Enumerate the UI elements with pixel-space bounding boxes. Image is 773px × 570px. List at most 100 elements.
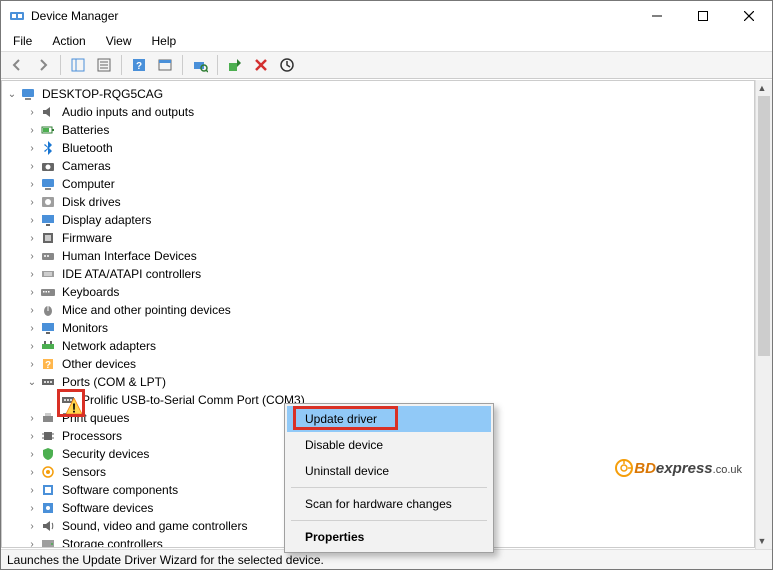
menu-action[interactable]: Action	[44, 32, 93, 50]
tree-category-label: Network adapters	[60, 339, 158, 353]
tree-category-label: Keyboards	[60, 285, 121, 299]
ports-icon	[40, 374, 56, 390]
menu-bar: File Action View Help	[1, 31, 772, 51]
menu-help[interactable]: Help	[144, 32, 185, 50]
context-separator	[291, 487, 487, 488]
tree-category-other[interactable]: ›? Other devices	[26, 355, 754, 373]
window-title: Device Manager	[31, 9, 118, 23]
expand-icon[interactable]: ›	[26, 359, 38, 370]
tree-category-computer[interactable]: ›Computer	[26, 175, 754, 193]
expand-icon[interactable]: ›	[26, 125, 38, 136]
scroll-down-button[interactable]: ▼	[756, 533, 768, 549]
tree-category-label: Display adapters	[60, 213, 153, 227]
expand-icon[interactable]: ›	[26, 431, 38, 442]
tree-category-label: Firmware	[60, 231, 114, 245]
context-scan-hardware[interactable]: Scan for hardware changes	[287, 491, 491, 517]
help-button[interactable]: ?	[127, 53, 151, 77]
expand-icon[interactable]: ›	[26, 269, 38, 280]
scroll-up-button[interactable]: ▲	[756, 80, 768, 96]
sensors-icon	[40, 464, 56, 480]
menu-file[interactable]: File	[5, 32, 40, 50]
tree-category-label: Cameras	[60, 159, 113, 173]
tree-category-disk[interactable]: › Disk drives	[26, 193, 754, 211]
expand-icon[interactable]: ›	[26, 107, 38, 118]
forward-button[interactable]	[31, 53, 55, 77]
tree-category-label: Disk drives	[60, 195, 123, 209]
expand-icon[interactable]: ›	[26, 503, 38, 514]
vertical-scrollbar[interactable]: ▲ ▼	[755, 80, 772, 549]
tree-category-mice[interactable]: ›Mice and other pointing devices	[26, 301, 754, 319]
properties-button[interactable]	[92, 53, 116, 77]
tree-root-label: DESKTOP-RQG5CAG	[40, 87, 165, 101]
expand-icon[interactable]: ›	[26, 521, 38, 532]
expand-icon[interactable]: ›	[26, 485, 38, 496]
context-update-driver[interactable]: Update driver	[287, 406, 491, 432]
expand-icon[interactable]: ›	[26, 143, 38, 154]
uninstall-button[interactable]	[249, 53, 273, 77]
other-icon: ?	[40, 356, 56, 372]
watermark-logo-icon	[614, 456, 634, 478]
cameras-icon	[40, 158, 56, 174]
expand-icon[interactable]: ›	[26, 467, 38, 478]
expand-icon[interactable]: ›	[26, 197, 38, 208]
tree-category-label: Processors	[60, 429, 124, 443]
tree-category-monitors[interactable]: ›Monitors	[26, 319, 754, 337]
tree-category-label: Bluetooth	[60, 141, 115, 155]
expand-icon[interactable]: ›	[26, 413, 38, 424]
tree-category-hid[interactable]: › Human Interface Devices	[26, 247, 754, 265]
tree-category-display[interactable]: › Display adapters	[26, 211, 754, 229]
tree-category-bluetooth[interactable]: › Bluetooth	[26, 139, 754, 157]
minimize-button[interactable]	[634, 1, 680, 31]
bluetooth-icon	[40, 140, 56, 156]
maximize-button[interactable]	[680, 1, 726, 31]
expand-icon[interactable]: ›	[26, 449, 38, 460]
context-disable-device[interactable]: Disable device	[287, 432, 491, 458]
status-text: Launches the Update Driver Wizard for th…	[7, 553, 324, 567]
expand-icon[interactable]: ›	[26, 251, 38, 262]
update-driver-button[interactable]	[223, 53, 247, 77]
expand-icon[interactable]: ›	[26, 341, 38, 352]
expand-icon[interactable]: ›	[26, 287, 38, 298]
sound-icon	[40, 518, 56, 534]
scroll-thumb[interactable]	[758, 96, 770, 356]
tree-root[interactable]: ⌄ DESKTOP-RQG5CAG	[6, 85, 754, 103]
tree-category-firmware[interactable]: › Firmware	[26, 229, 754, 247]
expand-icon[interactable]: ›	[26, 539, 38, 549]
scan-hardware-button[interactable]	[188, 53, 212, 77]
tree-category-ide[interactable]: › IDE ATA/ATAPI controllers	[26, 265, 754, 283]
expand-icon[interactable]: ›	[26, 161, 38, 172]
disable-button[interactable]	[275, 53, 299, 77]
tree-category-keyboards[interactable]: › Keyboards	[26, 283, 754, 301]
monitors-icon	[40, 320, 56, 336]
tree-category-label: Other devices	[60, 357, 138, 371]
expand-icon[interactable]: ›	[26, 233, 38, 244]
tree-category-label: IDE ATA/ATAPI controllers	[60, 267, 203, 281]
tree-category-batteries[interactable]: › Batteries	[26, 121, 754, 139]
tree-category-ports[interactable]: ⌄Ports (COM & LPT)	[26, 373, 754, 391]
tree-category-cameras[interactable]: › Cameras	[26, 157, 754, 175]
tree-category-network[interactable]: › Network adapters	[26, 337, 754, 355]
expand-icon[interactable]: ⌄	[26, 377, 38, 388]
collapse-icon[interactable]: ⌄	[6, 89, 18, 100]
audio-icon	[40, 104, 56, 120]
back-button[interactable]	[5, 53, 29, 77]
tree-category-label: Human Interface Devices	[60, 249, 199, 263]
expand-icon[interactable]: ›	[26, 323, 38, 334]
show-hide-console-button[interactable]	[66, 53, 90, 77]
menu-view[interactable]: View	[98, 32, 140, 50]
tree-category-audio[interactable]: ›Audio inputs and outputs	[26, 103, 754, 121]
expand-icon[interactable]: ›	[26, 179, 38, 190]
action-button[interactable]	[153, 53, 177, 77]
close-button[interactable]	[726, 1, 772, 31]
tree-device-label: Prolific USB-to-Serial Comm Port (COM3)	[80, 393, 307, 407]
expand-icon[interactable]: ›	[26, 215, 38, 226]
context-uninstall-device[interactable]: Uninstall device	[287, 458, 491, 484]
tree-category-label: Batteries	[60, 123, 111, 137]
batteries-icon	[40, 122, 56, 138]
context-separator	[291, 520, 487, 521]
swcomp-icon	[40, 482, 56, 498]
security-icon	[40, 446, 56, 462]
expand-icon[interactable]: ›	[26, 305, 38, 316]
printq-icon	[40, 410, 56, 426]
context-properties[interactable]: Properties	[287, 524, 491, 550]
